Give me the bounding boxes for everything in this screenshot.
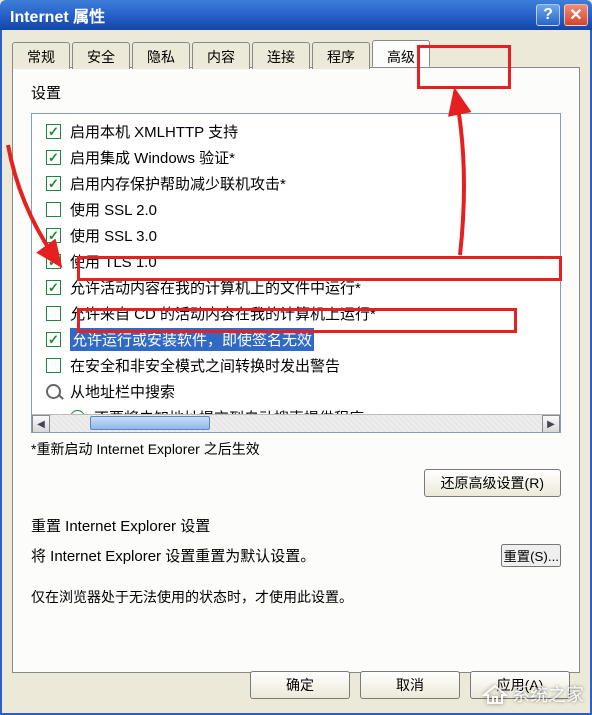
row-label: 启用本机 XMLHTTP 支持 [70, 121, 238, 142]
checkbox-icon[interactable] [46, 228, 61, 243]
settings-row[interactable]: 启用集成 Windows 验证* [36, 144, 556, 170]
checkbox-icon[interactable] [46, 202, 61, 217]
settings-label: 设置 [31, 82, 561, 103]
reset-section: 重置 Internet Explorer 设置 将 Internet Explo… [31, 515, 561, 607]
tab-4[interactable]: 连接 [252, 42, 310, 69]
checkbox-icon[interactable] [46, 254, 61, 269]
scroll-track[interactable] [50, 415, 542, 432]
tab-strip: 常规安全隐私内容连接程序高级 [12, 40, 580, 68]
row-label: 使用 TLS 1.0 [70, 251, 157, 272]
settings-row[interactable]: 从地址栏中搜索 [36, 378, 556, 404]
checkbox-icon[interactable] [46, 306, 61, 321]
settings-row[interactable]: 允许来自 CD 的活动内容在我的计算机上运行* [36, 300, 556, 326]
checkbox-icon[interactable] [46, 124, 61, 139]
reset-button[interactable]: 重置(S)... [501, 544, 561, 567]
row-label: 启用内存保护帮助减少联机攻击* [70, 173, 286, 194]
window-title: Internet 属性 [10, 3, 532, 27]
scroll-left-icon[interactable]: ◀ [32, 415, 50, 433]
restart-note: *重新启动 Internet Explorer 之后生效 [31, 439, 561, 459]
row-label: 只在主窗口中显示结果 [94, 433, 244, 434]
settings-row[interactable]: 启用内存保护帮助减少联机攻击* [36, 170, 556, 196]
reset-heading: 重置 Internet Explorer 设置 [31, 515, 561, 536]
settings-row[interactable]: 启用本机 XMLHTTP 支持 [36, 118, 556, 144]
settings-row[interactable]: 使用 SSL 2.0 [36, 196, 556, 222]
row-label: 使用 SSL 3.0 [70, 225, 157, 246]
cancel-button[interactable]: 取消 [360, 671, 460, 699]
tab-3[interactable]: 内容 [192, 42, 250, 69]
restore-defaults-button[interactable]: 还原高级设置(R) [424, 469, 561, 497]
row-label: 从地址栏中搜索 [70, 381, 175, 402]
magnifier-icon [46, 384, 61, 399]
settings-row[interactable]: 允许活动内容在我的计算机上的文件中运行* [36, 274, 556, 300]
settings-row[interactable]: 在安全和非安全模式之间转换时发出警告 [36, 352, 556, 378]
row-label: 启用集成 Windows 验证* [70, 147, 235, 168]
settings-listbox[interactable]: 启用本机 XMLHTTP 支持启用集成 Windows 验证* 启用内存保护帮助减… [31, 113, 561, 433]
window-body: 常规安全隐私内容连接程序高级 设置 启用本机 XMLHTTP 支持启用集成 Wi… [0, 30, 592, 715]
row-label: 使用 SSL 2.0 [70, 199, 157, 220]
row-label: 允许运行或安装软件，即使签名无效 [70, 328, 314, 351]
tab-2[interactable]: 隐私 [132, 42, 190, 69]
help-button[interactable]: ? [536, 4, 560, 26]
scroll-thumb[interactable] [90, 416, 210, 430]
checkbox-icon[interactable] [46, 176, 61, 191]
checkbox-icon[interactable] [46, 280, 61, 295]
close-button[interactable]: ✕ [564, 4, 588, 26]
scroll-right-icon[interactable]: ▶ [542, 415, 560, 433]
reset-warning: 仅在浏览器处于无法使用的状态时，才使用此设置。 [31, 587, 561, 607]
tab-panel-advanced: 设置 启用本机 XMLHTTP 支持启用集成 Windows 验证* 启用内存保护… [12, 68, 580, 673]
tab-5[interactable]: 程序 [312, 42, 370, 69]
settings-row[interactable]: 使用 TLS 1.0 [36, 248, 556, 274]
reset-desc: 将 Internet Explorer 设置重置为默认设置。 [31, 545, 489, 566]
ok-button[interactable]: 确定 [250, 671, 350, 699]
checkbox-icon[interactable] [46, 358, 61, 373]
tab-0[interactable]: 常规 [12, 42, 70, 69]
settings-row[interactable]: 使用 SSL 3.0 [36, 222, 556, 248]
checkbox-icon[interactable] [46, 150, 61, 165]
titlebar: Internet 属性 ? ✕ [0, 0, 592, 30]
tab-6[interactable]: 高级 [372, 40, 430, 67]
watermark: 系统之家 [482, 681, 584, 707]
watermark-text: 系统之家 [512, 681, 584, 707]
row-label: 允许来自 CD 的活动内容在我的计算机上运行* [70, 303, 376, 324]
checkbox-icon[interactable] [46, 332, 61, 347]
hscrollbar[interactable]: ◀ ▶ [32, 414, 560, 432]
tab-1[interactable]: 安全 [72, 42, 130, 69]
settings-row[interactable]: 允许运行或安装软件，即使签名无效 [36, 326, 556, 352]
row-label: 允许活动内容在我的计算机上的文件中运行* [70, 277, 361, 298]
row-label: 在安全和非安全模式之间转换时发出警告 [70, 355, 340, 376]
